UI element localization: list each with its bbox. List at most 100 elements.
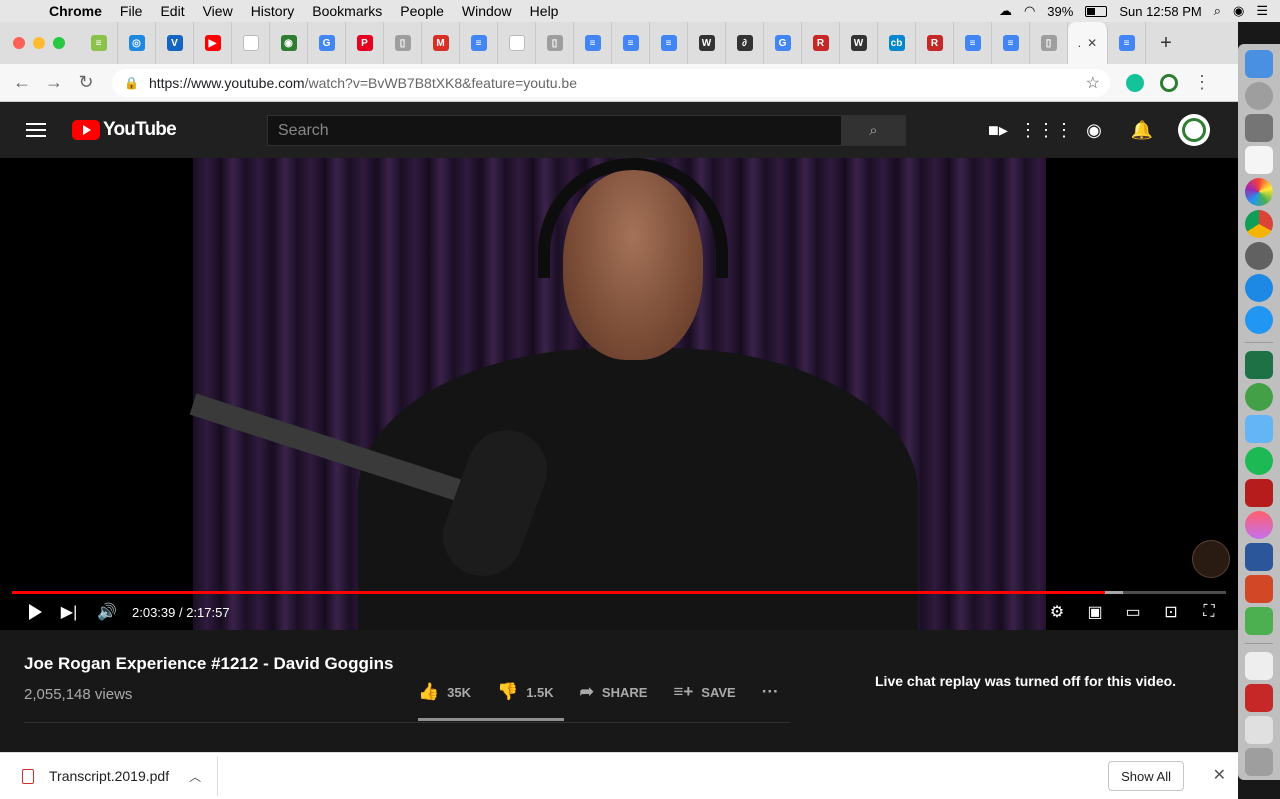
menu-view[interactable]: View [194, 3, 242, 19]
battery-percent[interactable]: 39% [1047, 4, 1073, 19]
launchpad-icon[interactable] [1245, 82, 1273, 110]
tab-copyleaks[interactable]: ◉ [270, 22, 308, 64]
theater-mode-icon[interactable]: ▭ [1114, 594, 1152, 630]
lock-icon[interactable]: 🔒 [124, 76, 139, 90]
word-icon[interactable] [1245, 543, 1273, 571]
itunes-icon[interactable] [1245, 511, 1273, 539]
chrome-icon[interactable] [1245, 210, 1273, 238]
tab-fingerprint[interactable]: ◎ [118, 22, 156, 64]
forward-button[interactable]: → [38, 72, 70, 93]
video-frame[interactable] [189, 158, 1046, 630]
youtube-logo[interactable]: YouTube [72, 119, 177, 141]
notification-center-icon[interactable]: ☰ [1256, 3, 1268, 19]
creative-cloud-icon[interactable]: ☁ [999, 3, 1012, 19]
settings-gear-icon[interactable]: ⚙ [1038, 594, 1076, 630]
tab-streameast[interactable]: ≡ [80, 22, 118, 64]
close-tab-icon[interactable]: ✕ [1087, 36, 1097, 50]
like-button[interactable]: 👍 35K [418, 682, 471, 702]
minimize-window-button[interactable] [33, 37, 45, 49]
menu-edit[interactable]: Edit [151, 3, 193, 19]
chevron-up-icon[interactable]: ︿ [189, 768, 201, 785]
battery-icon[interactable] [1085, 5, 1108, 17]
chrome-menu-icon[interactable]: ⋮ [1186, 72, 1218, 93]
money-app-icon[interactable] [1245, 383, 1273, 411]
menu-window[interactable]: Window [453, 3, 521, 19]
fullscreen-icon[interactable]: ⛶ [1190, 594, 1228, 630]
volume-button[interactable]: 🔊 [88, 594, 126, 630]
disk-utility-icon[interactable] [1245, 114, 1273, 142]
bookmark-star-icon[interactable]: ☆ [1086, 73, 1100, 93]
tab-blank-2[interactable] [498, 22, 536, 64]
tab-doc-2[interactable]: ▯ [536, 22, 574, 64]
video-player[interactable]: ▶| 🔊 2:03:39 / 2:17:57 ⚙ ▣ ▭ ⊡ ⛶ [0, 158, 1238, 630]
create-video-icon[interactable]: ■▸ [986, 118, 1010, 142]
tab-gdocs-3[interactable]: ≡ [612, 22, 650, 64]
documents-stack-icon[interactable] [1245, 652, 1273, 680]
cast-icon[interactable]: ⊡ [1152, 594, 1190, 630]
facetime-icon[interactable] [1245, 607, 1273, 635]
menu-help[interactable]: Help [521, 3, 568, 19]
tab-blank-1[interactable] [232, 22, 270, 64]
dislike-button[interactable]: 👎 1.5K [497, 682, 554, 702]
save-button[interactable]: ≡+ SAVE [673, 682, 735, 702]
downloads-stack-icon[interactable] [1245, 684, 1273, 712]
tab-gmail[interactable]: M [422, 22, 460, 64]
tab-google-2[interactable]: G [764, 22, 802, 64]
tab-gdocs-6[interactable]: ≡ [992, 22, 1030, 64]
more-actions-button[interactable]: ··· [762, 682, 779, 702]
tab-venmo[interactable]: V [156, 22, 194, 64]
excel-icon[interactable] [1245, 351, 1273, 379]
back-button[interactable]: ← [6, 72, 38, 93]
menu-file[interactable]: File [111, 3, 152, 19]
siri-icon[interactable]: ◉ [1233, 3, 1244, 19]
notifications-bell-icon[interactable]: 🔔 [1130, 118, 1154, 142]
grammarly-extension-icon[interactable] [1126, 73, 1144, 92]
spotify-icon[interactable] [1245, 447, 1273, 475]
menu-chrome[interactable]: Chrome [40, 3, 111, 19]
address-bar[interactable]: 🔒 https://www.youtube.com /watch?v=BvWB7… [112, 68, 1110, 97]
tab-youtube[interactable]: ▶ [194, 22, 232, 64]
show-all-downloads-button[interactable]: Show All [1108, 761, 1184, 791]
tab-r-1[interactable]: R [802, 22, 840, 64]
zoom-window-button[interactable] [53, 37, 65, 49]
tab-google-1[interactable]: G [308, 22, 346, 64]
system-preferences-icon[interactable] [1245, 242, 1273, 270]
close-icon[interactable]: ✕ [1213, 765, 1226, 785]
tab-gdocs-2[interactable]: ≡ [574, 22, 612, 64]
account-avatar[interactable] [1178, 114, 1210, 146]
tab-script[interactable]: ∂ [726, 22, 764, 64]
menu-history[interactable]: History [242, 3, 304, 19]
tab-gdocs-7[interactable]: ≡ [1108, 22, 1146, 64]
menu-people[interactable]: People [391, 3, 453, 19]
play-button[interactable] [12, 594, 50, 630]
photos-icon[interactable] [1245, 178, 1273, 206]
apps-grid-icon[interactable]: ⋮⋮⋮ [1019, 118, 1073, 142]
channel-watermark-icon[interactable] [1192, 540, 1230, 578]
tab-cb[interactable]: cb [878, 22, 916, 64]
safari-icon[interactable] [1245, 274, 1273, 302]
spotlight-search-icon[interactable]: ⌕ [1214, 3, 1221, 19]
share-button[interactable]: ➦ SHARE [580, 682, 648, 702]
new-tab-button[interactable]: + [1146, 32, 1186, 55]
tab-wikipedia-1[interactable]: W [688, 22, 726, 64]
tab-r-2[interactable]: R [916, 22, 954, 64]
miniplayer-icon[interactable]: ▣ [1076, 594, 1114, 630]
tab-pinterest[interactable]: P [346, 22, 384, 64]
tab-gdocs-5[interactable]: ≡ [954, 22, 992, 64]
tab-gdocs-4[interactable]: ≡ [650, 22, 688, 64]
acrobat-icon[interactable] [1245, 479, 1273, 507]
preview-icon[interactable] [1245, 415, 1273, 443]
wifi-icon[interactable]: ◠ [1024, 3, 1035, 19]
search-input[interactable]: Search [267, 115, 842, 146]
next-button[interactable]: ▶| [50, 594, 88, 630]
messages-icon[interactable]: ◉ [1082, 118, 1106, 142]
tab-gdocs-1[interactable]: ≡ [460, 22, 498, 64]
notes-icon[interactable] [1245, 146, 1273, 174]
files-stack-icon[interactable] [1245, 716, 1273, 744]
app-store-icon[interactable] [1245, 306, 1273, 334]
tab-wikipedia-2[interactable]: W [840, 22, 878, 64]
reload-button[interactable]: ↻ [70, 72, 102, 93]
extension-icon[interactable] [1160, 73, 1178, 92]
tab-doc-1[interactable]: ▯ [384, 22, 422, 64]
tab-doc-3[interactable]: ▯ [1030, 22, 1068, 64]
